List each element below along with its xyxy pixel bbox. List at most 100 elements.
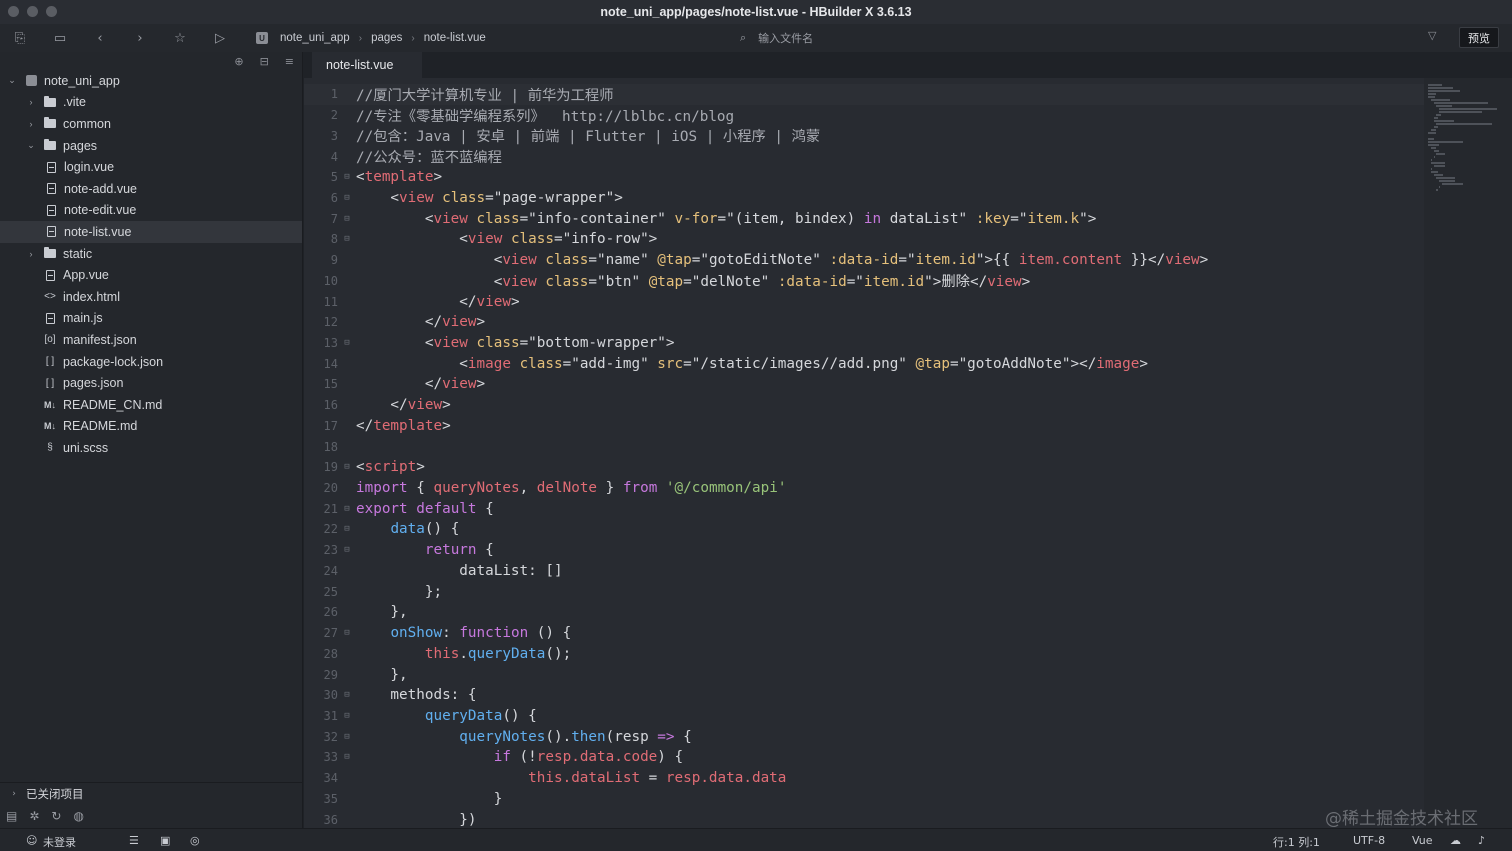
breadcrumb-item[interactable]: note-list.vue (424, 32, 486, 44)
run-icon[interactable]: ▷ (200, 24, 240, 52)
code-line[interactable]: 1 //厦门大学计算机专业 | 前华为工程师 (304, 84, 1424, 105)
code-line[interactable]: 6 ⊟ <view class="page-wrapper"> (304, 188, 1424, 209)
tree-item[interactable]: ⌄ pages (0, 135, 302, 157)
code-line[interactable]: 19 ⊟ <script> (304, 457, 1424, 478)
code-line[interactable]: 2 //专注《零基础学编程系列》 http://lblbc.cn/blog (304, 105, 1424, 126)
forward-icon[interactable]: › (120, 24, 160, 52)
tree-item[interactable]: App.vue (0, 264, 302, 286)
save-icon[interactable]: ▭ (40, 24, 80, 52)
tree-item[interactable]: note-edit.vue (0, 200, 302, 222)
fold-toggle-icon[interactable]: ⊟ (338, 690, 356, 700)
code-line[interactable]: 7 ⊟ <view class="info-container" v-for="(… (304, 208, 1424, 229)
code-line[interactable]: 13 ⊟ <view class="bottom-wrapper"> (304, 333, 1424, 354)
fold-toggle-icon[interactable]: ⊟ (338, 732, 356, 742)
code-line[interactable]: 18 (304, 436, 1424, 457)
tree-item[interactable]: [o] manifest.json (0, 329, 302, 351)
preview-button[interactable]: 预览 (1459, 27, 1499, 48)
code-line[interactable]: 26 }, (304, 602, 1424, 623)
code-line[interactable]: 28 this.queryData(); (304, 643, 1424, 664)
fold-toggle-icon[interactable]: ⊟ (338, 338, 356, 348)
new-file-icon[interactable]: ⎘ (0, 24, 40, 52)
locate-file-icon[interactable]: ⊕ (234, 55, 243, 68)
code-line[interactable]: 8 ⊟ <view class="info-row"> (304, 229, 1424, 250)
code-line[interactable]: 5 ⊟ <template> (304, 167, 1424, 188)
code-line[interactable]: 23 ⊟ return { (304, 540, 1424, 561)
project-manager-icon[interactable]: ▤ (6, 809, 17, 823)
code-line[interactable]: 4 //公众号：蓝不蓝编程 (304, 146, 1424, 167)
fold-toggle-icon[interactable]: ⊟ (338, 524, 356, 534)
tree-item[interactable]: [ ] package-lock.json (0, 351, 302, 373)
tree-item[interactable]: main.js (0, 308, 302, 330)
menu-icon[interactable]: ≡ (285, 55, 294, 68)
code-line[interactable]: 22 ⊟ data() { (304, 519, 1424, 540)
tree-item[interactable]: note-add.vue (0, 178, 302, 200)
code-line[interactable]: 33 ⊟ if (!resp.data.code) { (304, 747, 1424, 768)
tree-item[interactable]: [ ] pages.json (0, 372, 302, 394)
refresh-icon[interactable]: ↻ (51, 809, 61, 823)
fold-toggle-icon[interactable]: ⊟ (338, 711, 356, 721)
code-editor[interactable]: 1 //厦门大学计算机专业 | 前华为工程师 2 //专注《零基础学编程系列》 htt… (304, 78, 1424, 828)
sync-icon[interactable]: ☁ (1450, 834, 1461, 847)
code-line[interactable]: 25 }; (304, 581, 1424, 602)
breadcrumb-item[interactable]: note_uni_app (280, 32, 350, 44)
tree-item[interactable]: › .vite (0, 92, 302, 114)
code-line[interactable]: 30 ⊟ methods: { (304, 685, 1424, 706)
fold-toggle-icon[interactable]: ⊟ (338, 214, 356, 224)
file-search-input[interactable] (758, 31, 899, 45)
code-line[interactable]: 36 }) (304, 809, 1424, 828)
close-window-button[interactable] (8, 6, 19, 17)
code-line[interactable]: 34 this.dataList = resp.data.data (304, 768, 1424, 789)
fold-toggle-icon[interactable]: ⊟ (338, 752, 356, 762)
fold-toggle-icon[interactable]: ⊟ (338, 172, 356, 182)
code-line[interactable]: 35 } (304, 788, 1424, 809)
tree-item[interactable]: › common (0, 113, 302, 135)
code-line[interactable]: 32 ⊟ queryNotes().then(resp => { (304, 726, 1424, 747)
login-status[interactable]: 未登录 (43, 834, 76, 850)
encoding[interactable]: UTF-8 (1353, 834, 1385, 847)
code-line[interactable]: 27 ⊟ onShow: function () { (304, 623, 1424, 644)
filter-icon[interactable]: ▽ (1428, 29, 1436, 42)
minimize-window-button[interactable] (27, 6, 38, 17)
outline-icon[interactable]: ☰ (129, 834, 139, 847)
cursor-position[interactable]: 行:1 列:1 (1273, 834, 1320, 850)
code-line[interactable]: 17 </template> (304, 416, 1424, 437)
code-line[interactable]: 15 </view> (304, 374, 1424, 395)
breadcrumb-item[interactable]: pages (371, 32, 402, 44)
notification-bell-icon[interactable]: ♪ (1478, 834, 1485, 847)
tree-item[interactable]: <> index.html (0, 286, 302, 308)
browser-icon[interactable]: ◎ (190, 834, 200, 847)
back-icon[interactable]: ‹ (80, 24, 120, 52)
tree-item[interactable]: › static (0, 243, 302, 265)
code-line[interactable]: 12 </view> (304, 312, 1424, 333)
tree-item[interactable]: note-list.vue (0, 221, 302, 243)
maximize-window-button[interactable] (46, 6, 57, 17)
code-line[interactable]: 16 </view> (304, 395, 1424, 416)
tree-item[interactable]: M↓ README_CN.md (0, 394, 302, 416)
closed-projects-section[interactable]: › 已关闭项目 (0, 782, 303, 804)
code-line[interactable]: 24 dataList: [] (304, 561, 1424, 582)
terminal-icon[interactable]: ▣ (160, 834, 170, 847)
code-line[interactable]: 21 ⊟ export default { (304, 498, 1424, 519)
fold-toggle-icon[interactable]: ⊟ (338, 628, 356, 638)
plugin-icon[interactable]: ◍ (73, 809, 83, 823)
code-line[interactable]: 29 }, (304, 664, 1424, 685)
minimap[interactable] (1424, 78, 1512, 828)
code-line[interactable]: 3 //包含：Java | 安卓 | 前端 | Flutter | iOS | 小… (304, 125, 1424, 146)
tree-item[interactable]: ⌄ note_uni_app (0, 70, 302, 92)
code-line[interactable]: 10 <view class="btn" @tap="delNote" :dat… (304, 270, 1424, 291)
fold-toggle-icon[interactable]: ⊟ (338, 462, 356, 472)
code-line[interactable]: 20 import { queryNotes, delNote } from '@… (304, 478, 1424, 499)
fold-toggle-icon[interactable]: ⊟ (338, 234, 356, 244)
tree-item[interactable]: login.vue (0, 156, 302, 178)
fold-toggle-icon[interactable]: ⊟ (338, 545, 356, 555)
bookmark-star-icon[interactable]: ☆ (160, 24, 200, 52)
user-icon[interactable]: ☺ (26, 834, 37, 847)
code-line[interactable]: 31 ⊟ queryData() { (304, 706, 1424, 727)
collapse-all-icon[interactable]: ⊟ (260, 55, 269, 68)
code-line[interactable]: 9 <view class="name" @tap="gotoEditNote"… (304, 250, 1424, 271)
fold-toggle-icon[interactable]: ⊟ (338, 193, 356, 203)
language-mode[interactable]: Vue (1412, 834, 1433, 847)
code-line[interactable]: 14 <image class="add-img" src="/static/i… (304, 353, 1424, 374)
tree-item[interactable]: § uni.scss (0, 437, 302, 459)
tree-item[interactable]: M↓ README.md (0, 416, 302, 438)
